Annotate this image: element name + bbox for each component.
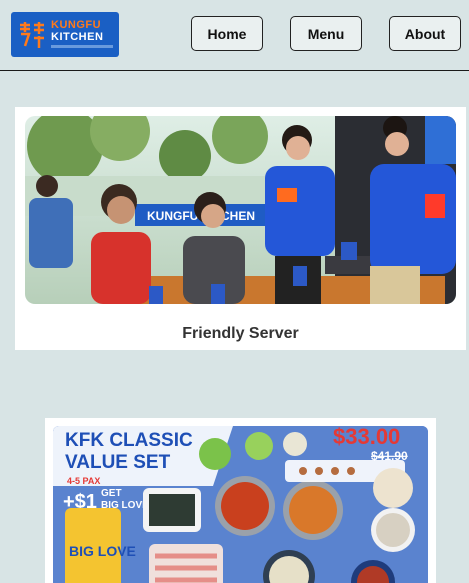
- promo-pax: 4-5 PAX: [67, 476, 100, 486]
- site-header: KUNGFU KITCHEN Home Menu About: [0, 0, 469, 71]
- feature-caption: Friendly Server: [182, 325, 299, 342]
- nav-about-button[interactable]: About: [389, 16, 461, 51]
- promo-price: $33.00: [333, 426, 400, 449]
- promo-title-top: KFK CLASSIC: [65, 430, 193, 451]
- logo-word-top: KUNGFU: [51, 19, 102, 31]
- friendly-server-photo: KUNGFU KITCHEN: [25, 116, 456, 304]
- logo-cjk-mark: [17, 20, 47, 50]
- promo-title-bottom: VALUE SET: [65, 452, 171, 473]
- promo-poster: KFK CLASSIC VALUE SET 4-5 PAX +$1 GET BI…: [53, 426, 428, 583]
- value-set-promo[interactable]: KFK CLASSIC VALUE SET 4-5 PAX +$1 GET BI…: [45, 418, 436, 583]
- promo-addon-get: GET: [101, 488, 122, 499]
- feature-card: KUNGFU KITCHEN Friendly Server: [15, 107, 466, 350]
- logo-word-bottom: KITCHEN: [51, 31, 104, 43]
- nav-home-button[interactable]: Home: [191, 16, 263, 51]
- logo-tagline-strip: [51, 45, 113, 48]
- nav-menu-button[interactable]: Menu: [290, 16, 362, 51]
- kungfu-kitchen-logo[interactable]: KUNGFU KITCHEN: [11, 12, 119, 57]
- promo-cup-text: BIG LOVE: [69, 543, 136, 559]
